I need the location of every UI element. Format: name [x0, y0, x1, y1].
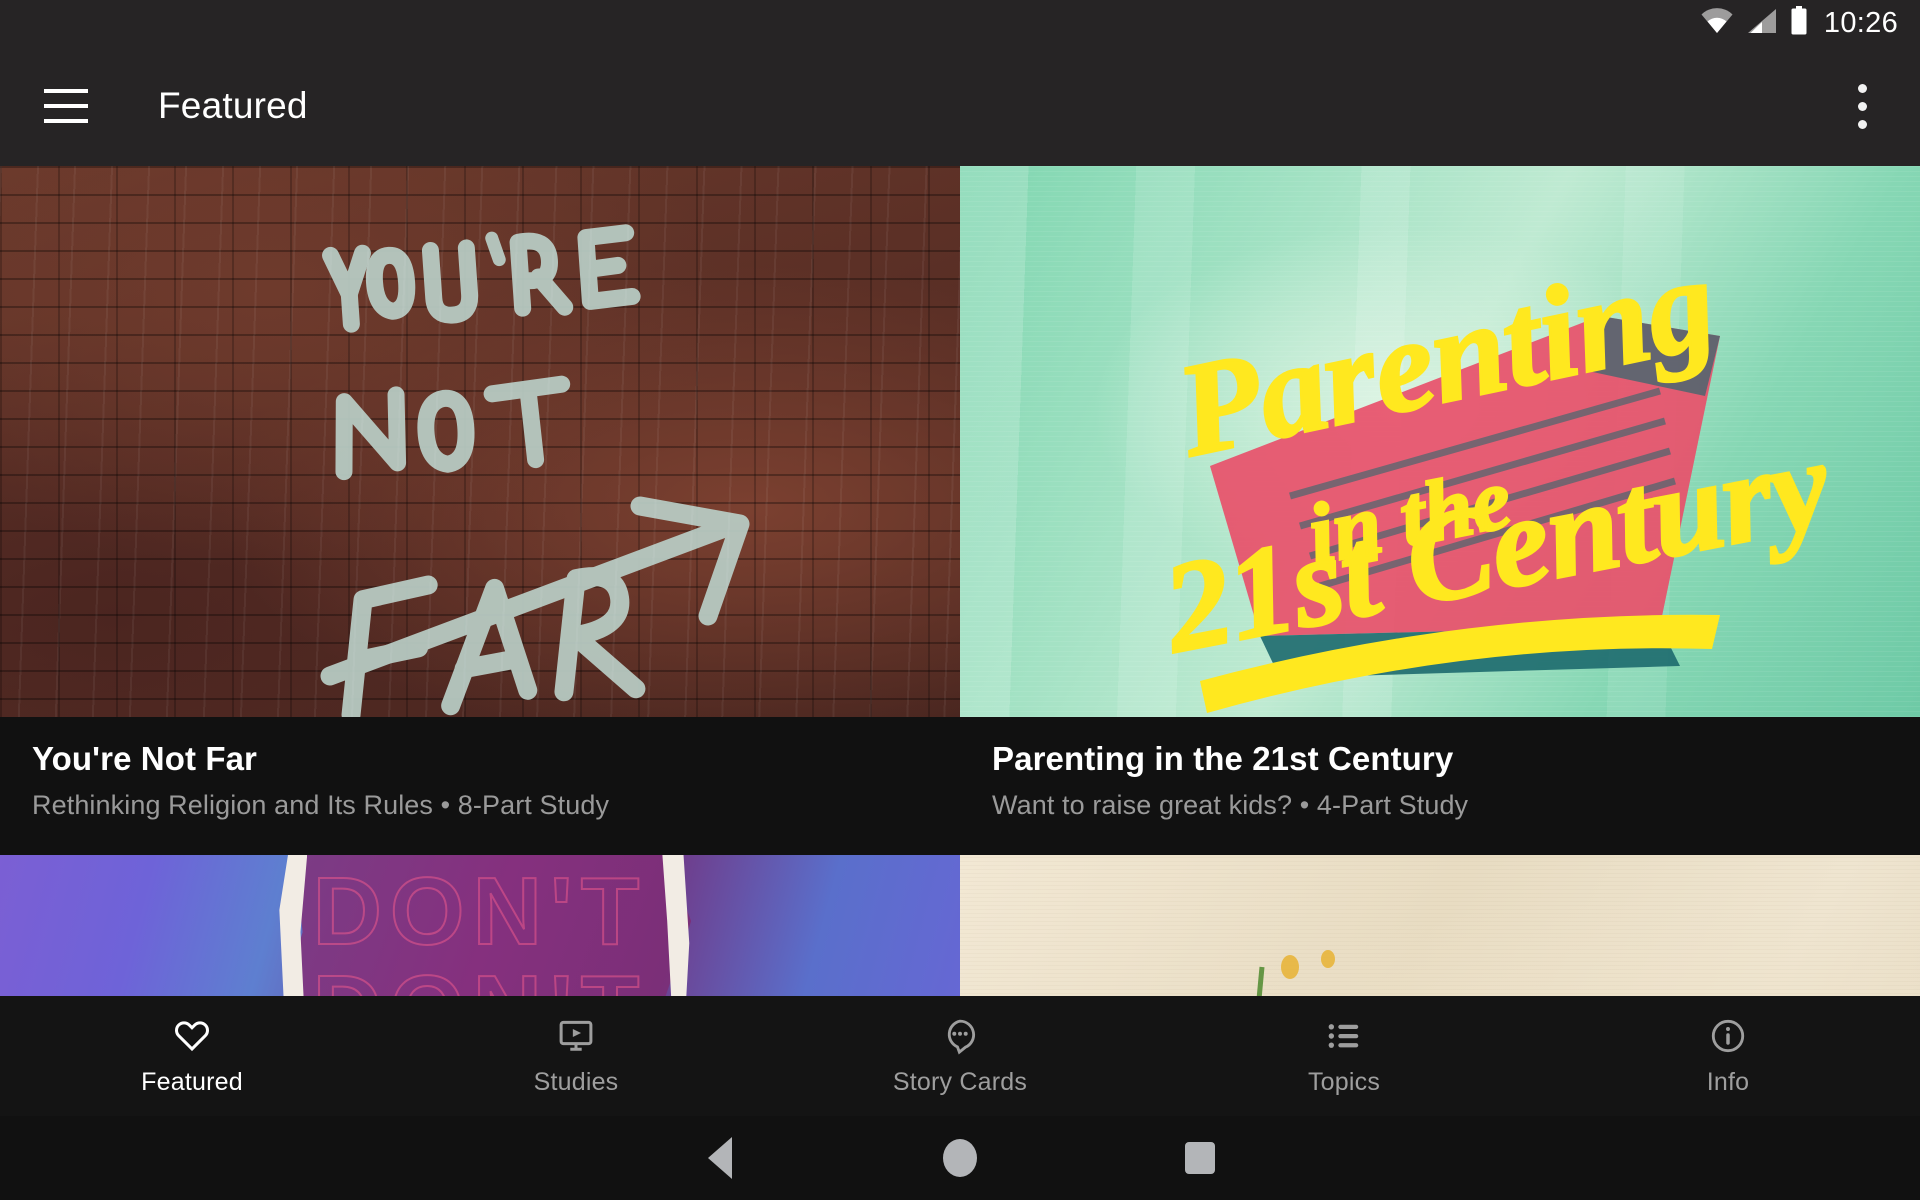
heart-icon: [171, 1015, 213, 1057]
featured-card-list[interactable]: You're Not Far Rethinking Religion and I…: [0, 166, 1920, 996]
nav-label: Topics: [1307, 1068, 1381, 1096]
parenting-script-lettering-artwork: Parenting in the 21st Century: [960, 166, 1920, 717]
info-circle-icon: [1707, 1015, 1749, 1057]
nav-item-studies[interactable]: Studies: [384, 996, 768, 1116]
list-icon: [1323, 1015, 1365, 1057]
card-youre-not-far[interactable]: You're Not Far Rethinking Religion and I…: [0, 166, 960, 855]
watercolor-paper-artwork: [960, 854, 1920, 996]
wifi-icon: [1700, 7, 1734, 39]
status-bar-clock: 10:26: [1823, 6, 1898, 39]
back-button[interactable]: [600, 1116, 840, 1200]
circle-home-icon: [943, 1139, 977, 1177]
video-monitor-icon: [555, 1015, 597, 1057]
card-row: DON'T DON'T: [0, 854, 1920, 996]
status-bar-icons: [1700, 5, 1808, 41]
card-title: You're Not Far: [32, 740, 257, 777]
home-button[interactable]: [840, 1116, 1080, 1200]
nav-item-story-cards[interactable]: Story Cards: [768, 996, 1152, 1116]
nav-label: Info: [1706, 1068, 1750, 1096]
status-bar: 10:26: [0, 0, 1920, 46]
recents-button[interactable]: [1080, 1116, 1320, 1200]
overflow-menu-icon[interactable]: [1832, 61, 1892, 151]
watercolor-splatter: [1256, 949, 1335, 996]
graffiti-lettering: [0, 166, 960, 717]
app-screen: 10:26 Featured You're Not Far Rethinking…: [0, 0, 1920, 1200]
battery-icon: [1790, 5, 1808, 41]
square-recents-icon: [1185, 1142, 1215, 1174]
cellular-signal-icon: [1747, 8, 1777, 39]
card-watercolor-artwork[interactable]: [960, 854, 1920, 996]
triangle-back-icon: [708, 1137, 732, 1179]
nav-item-topics[interactable]: Topics: [1152, 996, 1536, 1116]
torn-paper-dont-artwork: DON'T DON'T: [0, 854, 960, 996]
card-title: Parenting in the 21st Century: [992, 740, 1454, 777]
brick-wall-graffiti-artwork: [0, 166, 960, 717]
card-parenting-21st-century[interactable]: Parenting in the 21st Century Parenting …: [960, 166, 1920, 855]
card-subtitle: Want to raise great kids? • 4-Part Study: [992, 789, 1469, 820]
card-meta: You're Not Far Rethinking Religion and I…: [0, 717, 960, 855]
nav-label: Studies: [533, 1068, 619, 1096]
card-dont-artwork[interactable]: DON'T DON'T: [0, 854, 960, 996]
nav-label: Story Cards: [892, 1068, 1028, 1096]
hamburger-menu-icon[interactable]: [44, 83, 90, 129]
card-meta: Parenting in the 21st Century Want to ra…: [960, 717, 1920, 855]
nav-item-featured[interactable]: Featured: [0, 996, 384, 1116]
speech-bubble-icon: [939, 1015, 981, 1057]
page-title: Featured: [158, 85, 308, 126]
android-system-navigation-bar: [0, 1116, 1920, 1200]
script-lettering: Parenting in the 21st Century: [960, 166, 1920, 717]
app-bar: Featured: [0, 46, 1920, 166]
bottom-navigation-bar: Featured Studies Story Cards Topics Info: [0, 996, 1920, 1116]
card-row: You're Not Far Rethinking Religion and I…: [0, 166, 1920, 855]
nav-item-info[interactable]: Info: [1536, 996, 1920, 1116]
nav-label: Featured: [141, 1068, 243, 1096]
card-subtitle: Rethinking Religion and Its Rules • 8-Pa…: [32, 789, 610, 820]
dont-outline-text: DON'T DON'T: [312, 857, 648, 996]
